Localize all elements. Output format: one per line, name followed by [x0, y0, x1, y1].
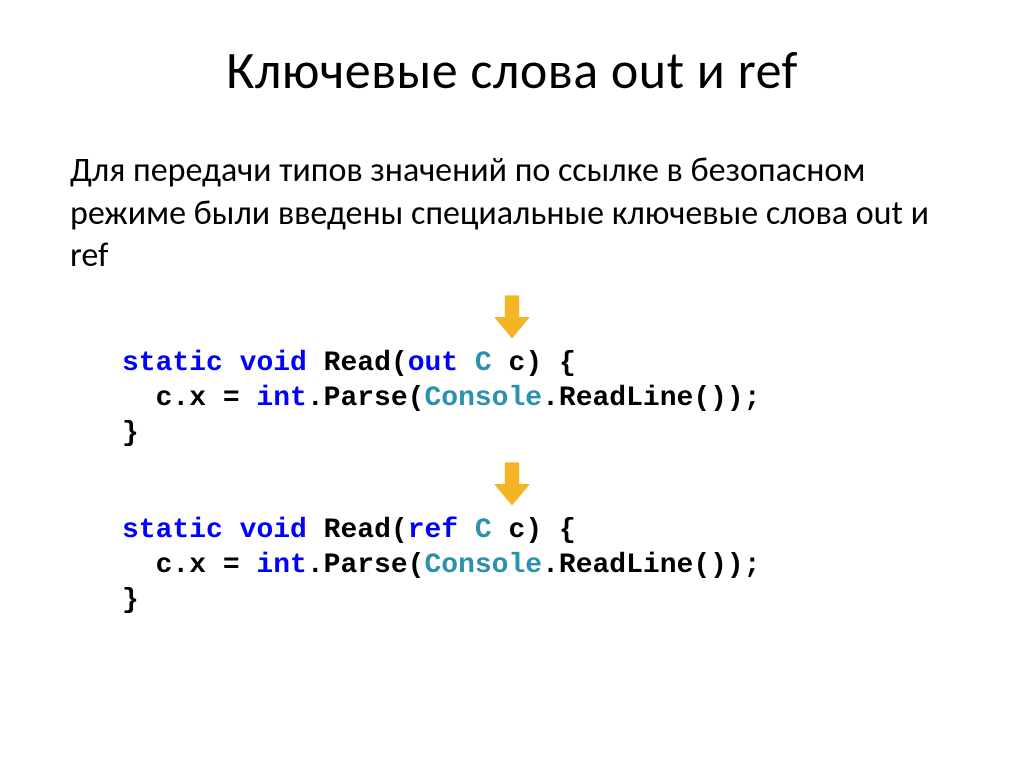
kw-void: void	[240, 348, 307, 379]
slide-title: Ключевые слова out и ref	[70, 38, 954, 102]
slide: Ключевые слова out и ref Для передачи ти…	[0, 0, 1024, 767]
body-b: .Parse(	[307, 383, 425, 414]
type-console: Console	[424, 550, 542, 581]
kw-void: void	[240, 515, 307, 546]
fn-name: Read(	[307, 515, 408, 546]
sig-tail: c) {	[492, 348, 576, 379]
body-c: .ReadLine());	[542, 550, 760, 581]
kw-out: out	[408, 348, 458, 379]
arrow-down-2	[70, 457, 954, 511]
kw-ref: ref	[408, 515, 458, 546]
space	[223, 348, 240, 379]
sig-tail: c) {	[492, 515, 576, 546]
space	[223, 515, 240, 546]
type-c: C	[475, 348, 492, 379]
close-brace: }	[122, 418, 139, 449]
slide-description: Для передачи типов значений по ссылке в …	[70, 150, 954, 278]
body-c: .ReadLine());	[542, 383, 760, 414]
body-a: c.x =	[122, 383, 256, 414]
kw-static: static	[122, 348, 223, 379]
type-console: Console	[424, 383, 542, 414]
arrow-down-icon	[485, 457, 539, 511]
arrow-down-icon	[485, 290, 539, 344]
fn-name: Read(	[307, 348, 408, 379]
code-block-ref: static void Read(ref C c) { c.x = int.Pa…	[70, 513, 954, 618]
space	[458, 515, 475, 546]
arrow-down-1	[70, 290, 954, 344]
kw-int: int	[256, 550, 306, 581]
code-block-out: static void Read(out C c) { c.x = int.Pa…	[70, 346, 954, 451]
body-b: .Parse(	[307, 550, 425, 581]
body-a: c.x =	[122, 550, 256, 581]
close-brace: }	[122, 585, 139, 616]
kw-int: int	[256, 383, 306, 414]
kw-static: static	[122, 515, 223, 546]
type-c: C	[475, 515, 492, 546]
space	[458, 348, 475, 379]
